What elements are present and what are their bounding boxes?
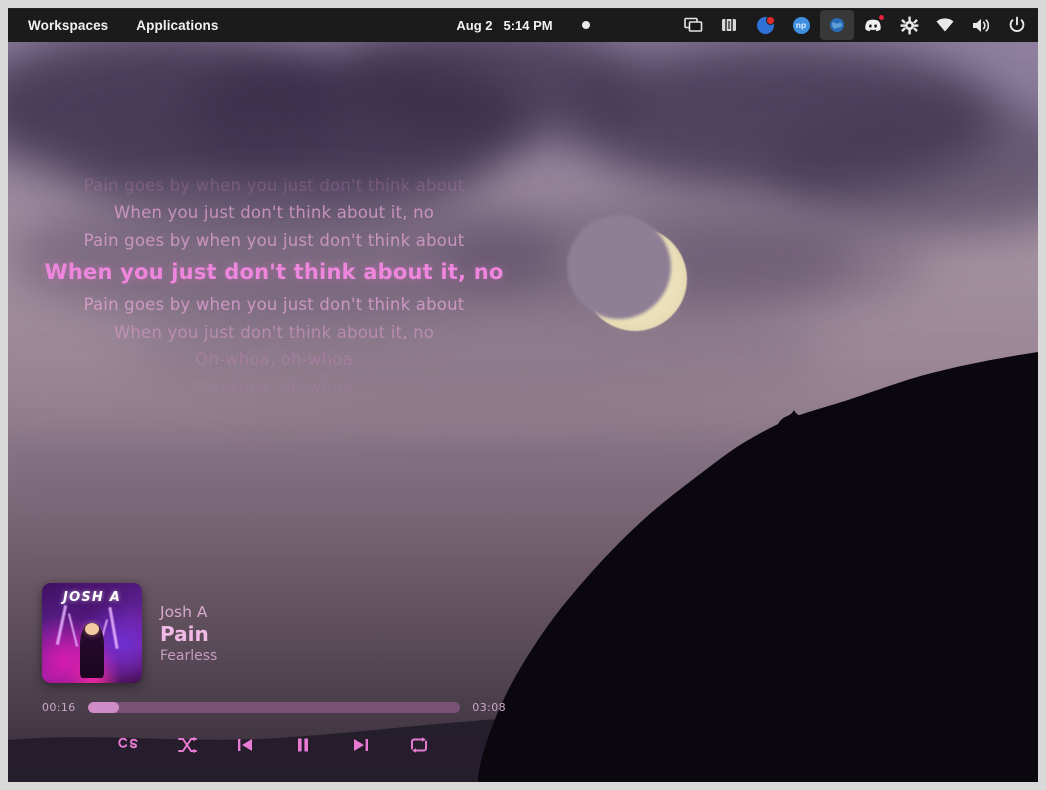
playback-controls bbox=[16, 730, 532, 760]
window-edge bbox=[0, 0, 1046, 8]
window-edge bbox=[1038, 0, 1046, 790]
track-title: Pain bbox=[160, 622, 217, 647]
wifi-icon[interactable] bbox=[928, 10, 962, 40]
lyric-line: Oh-whoa, oh-whoa bbox=[16, 374, 532, 401]
window-edge bbox=[0, 782, 1046, 790]
nordpass-glyph: np bbox=[793, 17, 810, 34]
seek-bar[interactable] bbox=[88, 702, 461, 713]
desktop-wallpaper: Pain goes by when you just don't think a… bbox=[8, 42, 1038, 782]
notification-badge bbox=[878, 14, 885, 21]
progress-row: 00:16 03:08 bbox=[16, 701, 532, 714]
lyric-line: Oh-whoa, oh-whoa bbox=[16, 346, 532, 373]
lyric-line: Pain goes by when you just don't think a… bbox=[16, 291, 532, 318]
volume-icon[interactable] bbox=[964, 10, 998, 40]
discord-icon[interactable] bbox=[856, 10, 890, 40]
top-panel: Workspaces Applications Aug 2 5:14 PM bbox=[8, 8, 1038, 42]
applications-menu[interactable]: Applications bbox=[122, 11, 232, 40]
lyric-line: When you just don't think about it, no bbox=[16, 199, 532, 226]
system-tray: np bbox=[676, 10, 1038, 40]
mountain-silhouette bbox=[478, 352, 1038, 782]
jellyfin-icon[interactable] bbox=[748, 10, 782, 40]
elapsed-time: 00:16 bbox=[42, 701, 76, 714]
clock-time[interactable]: 5:14 PM bbox=[503, 18, 552, 33]
power-icon[interactable] bbox=[1000, 10, 1034, 40]
clock-date[interactable]: Aug 2 bbox=[456, 18, 492, 33]
lyric-line: Pain goes by when you just don't think a… bbox=[16, 172, 532, 199]
lyrics-panel: Pain goes by when you just don't think a… bbox=[16, 172, 532, 401]
now-playing: JOSH A Josh A Pain Fearless bbox=[16, 583, 532, 683]
recording-indicator-dot[interactable] bbox=[582, 21, 590, 29]
lastfm-scrobble-button[interactable] bbox=[114, 730, 144, 760]
track-metadata: Josh A Pain Fearless bbox=[160, 603, 217, 664]
previous-track-button[interactable] bbox=[230, 730, 260, 760]
music-player-widget: JOSH A Josh A Pain Fearless 00:16 03:08 bbox=[16, 583, 532, 774]
artist-name: Josh A bbox=[160, 603, 217, 621]
next-track-button[interactable] bbox=[346, 730, 376, 760]
nordpass-icon[interactable]: np bbox=[784, 10, 818, 40]
display-icon[interactable] bbox=[676, 10, 710, 40]
lyric-line: Pain goes by when you just don't think a… bbox=[16, 227, 532, 254]
crescent-moon-icon bbox=[583, 227, 687, 331]
repeat-button[interactable] bbox=[404, 730, 434, 760]
screen: Pain goes by when you just don't think a… bbox=[0, 0, 1046, 790]
duration-time: 03:08 bbox=[472, 701, 506, 714]
earth-browser-icon[interactable] bbox=[820, 10, 854, 40]
settings-gear-icon[interactable] bbox=[892, 10, 926, 40]
notification-badge bbox=[766, 16, 775, 25]
workspaces-menu[interactable]: Workspaces bbox=[14, 11, 122, 40]
pause-button[interactable] bbox=[288, 730, 318, 760]
album-name: Fearless bbox=[160, 648, 217, 664]
lyric-line: When you just don't think about it, no bbox=[16, 319, 532, 346]
music-app-icon[interactable] bbox=[712, 10, 746, 40]
seek-bar-fill bbox=[88, 702, 120, 713]
panel-menu-group: Workspaces Applications bbox=[8, 11, 233, 40]
album-art-wordmark: JOSH A bbox=[42, 590, 142, 605]
window-edge bbox=[0, 0, 8, 790]
lyric-line-active: When you just don't think about it, no bbox=[16, 254, 532, 291]
album-art[interactable]: JOSH A bbox=[42, 583, 142, 683]
shuffle-button[interactable] bbox=[172, 730, 202, 760]
